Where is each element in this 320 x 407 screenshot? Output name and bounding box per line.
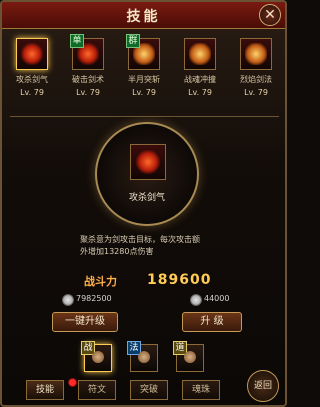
skill-panel: 技能 ✕ 攻杀剑气 Lv. 79 单 破击剑术 Lv. 79 群 半月突斩 Lv… [0, 0, 287, 407]
selected-skill-icon [130, 144, 166, 180]
skill-item-3[interactable]: 群 半月突斩 Lv. 79 [120, 34, 168, 108]
skill-name-3: 半月突斩 [128, 75, 160, 84]
notification-dot [68, 378, 77, 387]
skill-name-1: 攻杀剑气 [16, 75, 48, 84]
skill-item-5[interactable]: 烈焰剑法 Lv. 79 [232, 38, 280, 108]
coin-icon [62, 294, 74, 306]
skill-icon-5 [240, 38, 272, 70]
coin-icon [190, 294, 202, 306]
close-icon[interactable]: ✕ [259, 4, 281, 26]
combat-power-label: 战斗力 [84, 275, 117, 288]
cost-right: 44000 [204, 294, 230, 303]
selected-skill-name: 攻杀剑气 [128, 193, 165, 203]
upgrade-costs: 7982500 44000 [2, 294, 285, 308]
back-label: 返回 [253, 381, 272, 391]
skill-icon-4 [184, 38, 216, 70]
selected-skill-medallion: 攻杀剑气 [95, 122, 199, 226]
skill-item-4[interactable]: 战魂冲撞 Lv. 79 [176, 38, 224, 108]
skill-tag-2: 单 [70, 34, 84, 48]
tab-breakthrough[interactable]: 突破 [130, 380, 168, 400]
tab-soul-orbs[interactable]: 魂珠 [182, 380, 220, 400]
skill-tag-3: 群 [126, 34, 140, 48]
skill-list: 攻杀剑气 Lv. 79 单 破击剑术 Lv. 79 群 半月突斩 Lv. 79 … [8, 34, 280, 108]
skill-icon-1 [16, 38, 48, 70]
hero-portrait-3 [184, 351, 196, 363]
skill-level-3: Lv. 79 [132, 88, 156, 97]
hero-slot-2[interactable]: 法 [127, 341, 158, 372]
skill-name-4: 战魂冲撞 [184, 75, 216, 84]
skill-description-line-2: 外增加13280点伤害 [80, 247, 154, 256]
hero-selector: 战 法 道 [2, 340, 285, 374]
hero-portrait-1 [92, 351, 104, 363]
skill-description: 聚杀意为剑攻击目标，每次攻击额 外增加13280点伤害 [80, 234, 220, 258]
skill-item-1[interactable]: 攻杀剑气 Lv. 79 [8, 38, 56, 108]
one-click-upgrade-button[interactable]: 一键升级 [52, 312, 118, 332]
tab-skills[interactable]: 技能 [26, 380, 64, 400]
hero-portrait-2 [138, 351, 150, 363]
cost-left: 7982500 [76, 294, 112, 303]
skill-name-2: 破击剑术 [72, 75, 104, 84]
section-divider [10, 116, 279, 117]
tab-runes-label: 符文 [87, 385, 106, 395]
title-bar: 技能 ✕ [2, 2, 285, 29]
skill-item-2[interactable]: 单 破击剑术 Lv. 79 [64, 34, 112, 108]
skill-description-line-1: 聚杀意为剑攻击目标，每次攻击额 [80, 235, 200, 244]
back-button[interactable]: 返回 [247, 370, 279, 402]
skill-level-5: Lv. 79 [244, 88, 268, 97]
window-title: 技能 [126, 9, 161, 25]
tab-soul-orbs-label: 魂珠 [191, 385, 210, 395]
combat-power-value: 189600 [147, 272, 212, 288]
skill-name-5: 烈焰剑法 [240, 75, 272, 84]
tab-runes[interactable]: 符文 [78, 380, 116, 400]
bottom-tabs: 技能 符文 突破 魂珠 [2, 378, 285, 402]
hero-slot-3[interactable]: 道 [173, 341, 204, 372]
hero-slot-1[interactable]: 战 [81, 341, 112, 372]
skill-level-1: Lv. 79 [20, 88, 44, 97]
combat-power: 战斗力 189600 [2, 268, 285, 294]
tab-breakthrough-label: 突破 [139, 385, 158, 395]
tab-skills-label: 技能 [35, 385, 54, 395]
skill-level-4: Lv. 79 [188, 88, 212, 97]
upgrade-button[interactable]: 升 级 [182, 312, 242, 332]
skill-level-2: Lv. 79 [76, 88, 100, 97]
